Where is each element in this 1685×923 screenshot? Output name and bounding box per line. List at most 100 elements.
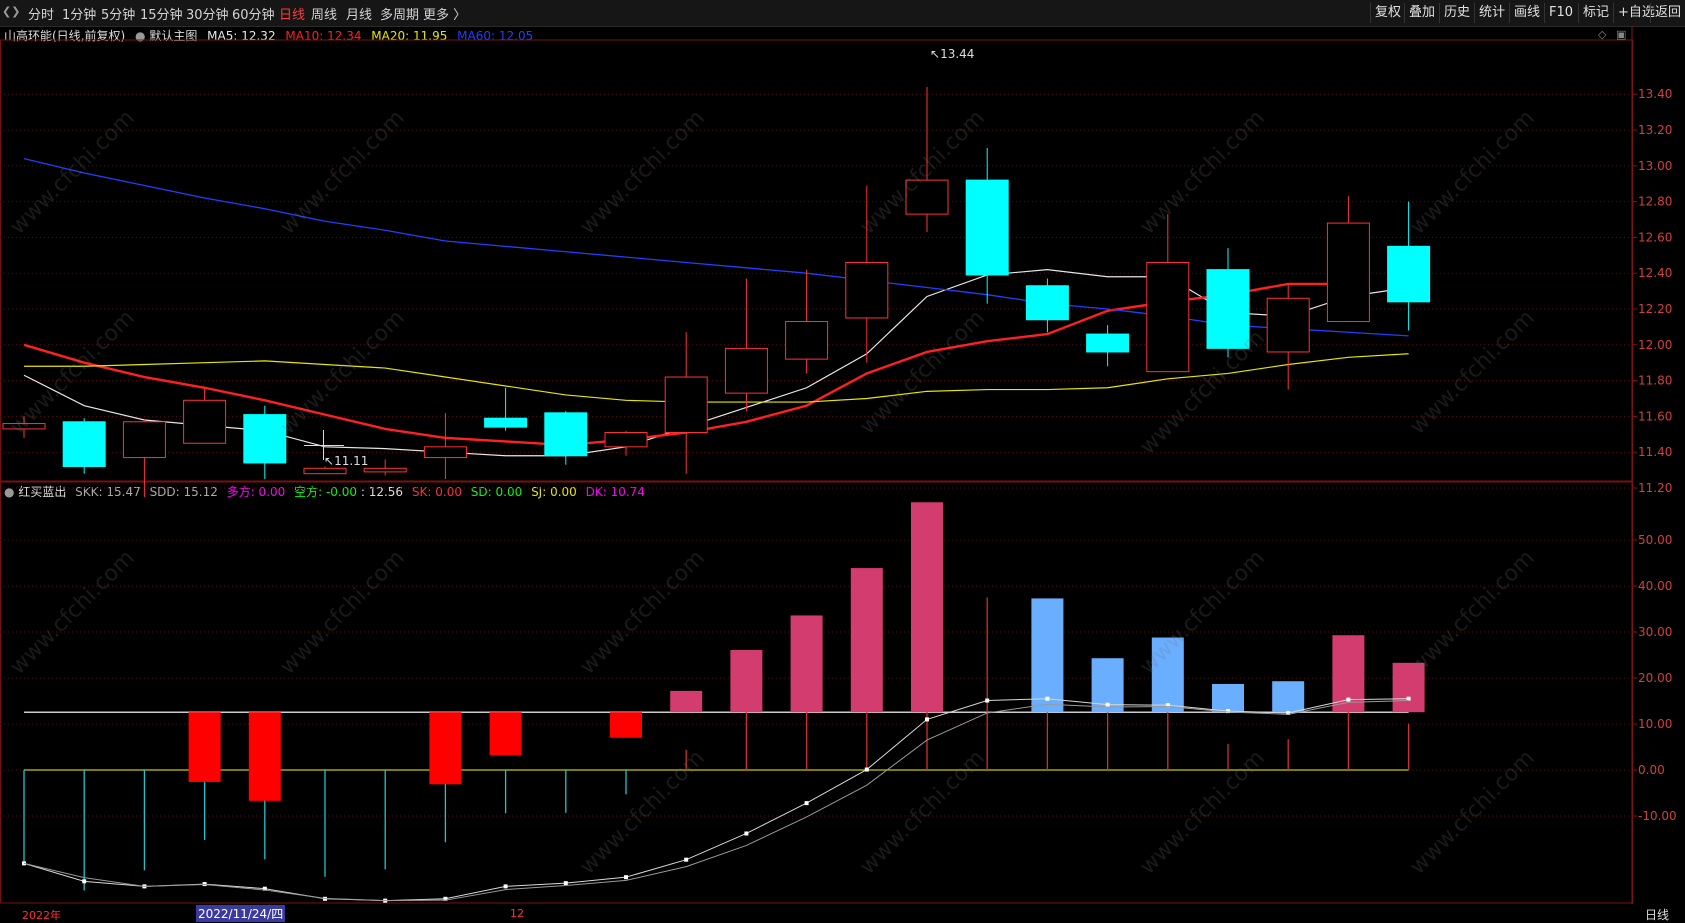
- indicator-bar: [248, 712, 281, 801]
- candle-body: [664, 376, 708, 434]
- price-tick-label: 12.20: [1638, 302, 1672, 316]
- indicator-tick-label: 50.00: [1638, 533, 1672, 547]
- price-tick-label: 12.60: [1638, 230, 1672, 244]
- high-arrow-icon: ↖: [930, 47, 941, 61]
- crosshair-cursor-icon: [304, 430, 344, 460]
- indicator-bar: [489, 712, 522, 756]
- skk-marker: [1105, 702, 1110, 707]
- indicator-bar: [1151, 637, 1184, 713]
- candle-body: [604, 432, 648, 448]
- price-tick-label: 12.80: [1638, 195, 1672, 209]
- skk-marker: [563, 881, 568, 886]
- indicator-tick-label: 30.00: [1638, 625, 1672, 639]
- candle-body: [1266, 297, 1310, 353]
- candle-body: [845, 261, 889, 319]
- period-indicator: 日线: [1645, 908, 1670, 922]
- indicator-bar: [670, 690, 703, 713]
- indicator-bar: [429, 712, 462, 785]
- indicator-tick-label: 40.00: [1638, 579, 1672, 593]
- candle-body: [1086, 333, 1130, 353]
- cursor-date-label: 2022/11/24/四: [196, 905, 286, 922]
- indicator-bar: [188, 712, 221, 782]
- indicator-bar: [850, 568, 883, 713]
- indicator-tick-label: 10.00: [1638, 717, 1672, 731]
- skk-marker: [925, 717, 929, 722]
- candle[interactable]: [544, 411, 588, 465]
- candle-body: [122, 421, 166, 459]
- skk-marker: [503, 884, 508, 889]
- candle-body: [785, 321, 829, 360]
- skk-line: [23, 698, 1409, 902]
- candle[interactable]: [62, 418, 106, 474]
- high-price-annotation: ↖13.44: [930, 47, 974, 61]
- sdd-line: [23, 700, 1409, 902]
- kline-chart[interactable]: 13.40 13.20 13.00 12.80 12.60 12.40 12.20 12.00…: [0, 0, 1685, 904]
- skk-marker: [624, 875, 628, 880]
- price-tick-label: 11.60: [1638, 409, 1672, 423]
- candle[interactable]: [423, 412, 467, 480]
- candle-body: [1206, 269, 1250, 349]
- price-tick-label: 11.20: [1638, 481, 1672, 495]
- candle[interactable]: [122, 419, 166, 497]
- indicator-tick-label: -10.00: [1638, 809, 1677, 823]
- skk-marker: [804, 801, 809, 806]
- high-price-value: 13.44: [940, 47, 975, 61]
- indicator-bar: [730, 649, 763, 713]
- candle[interactable]: [2, 416, 46, 438]
- candle[interactable]: [243, 405, 287, 480]
- candle-body: [1146, 261, 1190, 373]
- skk-marker: [744, 831, 749, 836]
- candle[interactable]: [845, 185, 889, 363]
- indicator-tick-label: 20.00: [1638, 671, 1672, 685]
- price-tick-label: 12.40: [1638, 266, 1672, 280]
- indicator-bar: [1272, 681, 1305, 713]
- candle[interactable]: [1387, 201, 1431, 331]
- skk-marker: [985, 698, 990, 703]
- candle[interactable]: [1146, 214, 1190, 373]
- candle-body: [62, 421, 106, 468]
- candle-body: [544, 412, 588, 457]
- candle[interactable]: [1326, 196, 1370, 323]
- candle[interactable]: [905, 87, 949, 233]
- candle[interactable]: [1266, 283, 1310, 390]
- price-tick-label: 12.00: [1638, 338, 1672, 352]
- ma20-line: [24, 353, 1409, 403]
- price-tick-label: 11.80: [1638, 374, 1672, 388]
- skk-marker: [82, 879, 87, 884]
- candle[interactable]: [1206, 248, 1250, 358]
- candle-body: [183, 399, 227, 444]
- candle[interactable]: [484, 387, 528, 431]
- candle[interactable]: [363, 459, 407, 476]
- candle[interactable]: [1025, 278, 1069, 333]
- price-tick-label: 13.40: [1638, 87, 1672, 101]
- candle[interactable]: [785, 269, 829, 374]
- date-axis: 2022年 2022/11/24/四 12 日线: [0, 904, 1685, 923]
- candle[interactable]: [1086, 325, 1130, 367]
- indicator-bar: [911, 502, 943, 713]
- candle-body: [1387, 245, 1431, 303]
- price-tick-label: 13.00: [1638, 159, 1672, 173]
- indicator-bar: [1212, 683, 1244, 713]
- skk-marker: [1045, 696, 1050, 701]
- price-tick-label: 11.40: [1638, 445, 1672, 459]
- month-label: 12: [510, 907, 524, 920]
- candle-body: [363, 467, 407, 473]
- candle-body: [724, 347, 768, 394]
- skk-marker: [864, 767, 869, 772]
- candle-body: [423, 446, 467, 459]
- candle[interactable]: [183, 387, 227, 444]
- price-tick-label: 13.20: [1638, 123, 1672, 137]
- candle-body: [905, 179, 949, 215]
- candle-body: [2, 423, 46, 430]
- candle-body: [303, 467, 347, 475]
- candle[interactable]: [724, 278, 768, 412]
- indicator-bar: [1031, 598, 1064, 713]
- candle-body: [484, 417, 528, 428]
- indicator-bar: [610, 712, 642, 738]
- year-label: 2022年: [22, 909, 61, 922]
- candle-body: [1025, 285, 1069, 321]
- candle-body: [243, 414, 287, 464]
- candle-body: [965, 179, 1009, 276]
- skk-marker: [1346, 697, 1351, 702]
- indicator-tick-label: 0.00: [1638, 763, 1665, 777]
